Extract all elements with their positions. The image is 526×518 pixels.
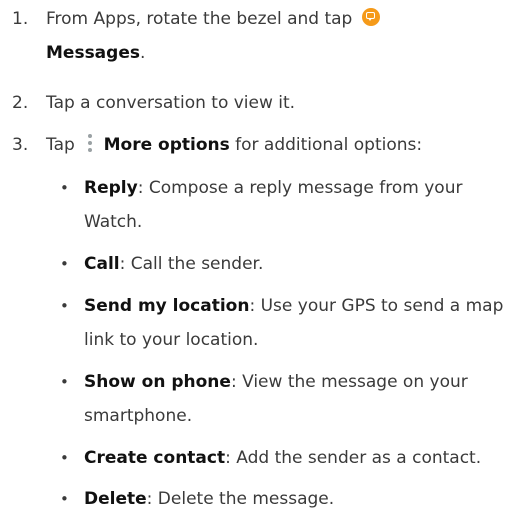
more-options-label: More options (103, 135, 230, 155)
option-show-on-phone: • Show on phone: View the message on you… (60, 365, 522, 433)
step-line: Tap More options for additional options: (46, 128, 521, 162)
option-call: • Call: Call the sender. (60, 247, 522, 281)
more-options-icon (86, 132, 94, 154)
bullet-dot: • (60, 297, 69, 315)
step-1-suffix: . (139, 43, 146, 63)
step-number: 2. (12, 93, 29, 113)
option-line: Send my location: Use your GPS to send a… (84, 289, 524, 323)
messages-icon (361, 8, 380, 26)
option-line: Call: Call the sender. (84, 247, 524, 281)
option-description: Delete the message. (152, 489, 335, 509)
step-number: 3. (12, 135, 29, 155)
bullet-dot: • (60, 373, 69, 391)
step-text: From Apps, rotate the bezel and tap Mess… (46, 2, 521, 70)
bullet-dot: • (60, 490, 69, 508)
option-description: Compose a reply message from your (143, 178, 463, 198)
option-line: link to your location. (84, 330, 259, 350)
option-label: Show on phone (84, 372, 231, 392)
option-line: Show on phone: View the message on your (84, 365, 524, 399)
step-1: 1. From Apps, rotate the bezel and tap M… (12, 2, 522, 70)
step-3-prefix: Tap (46, 135, 75, 155)
step-3: 3. Tap More options for additional optio… (12, 128, 522, 162)
bullet-dot: • (60, 255, 69, 273)
option-description: Add the sender as a contact. (230, 448, 482, 468)
option-description: Use your GPS to send a map (255, 296, 504, 316)
step-1-text: From Apps, rotate the bezel and tap (46, 9, 353, 29)
option-reply: • Reply: Compose a reply message from yo… (60, 171, 522, 239)
option-delete: • Delete: Delete the message. (60, 482, 522, 516)
option-label: Reply (84, 178, 138, 198)
option-line: Watch. (84, 212, 143, 232)
step-text: Tap More options for additional options: (46, 128, 521, 162)
step-text: Tap a conversation to view it. (46, 86, 521, 120)
option-text: Reply: Compose a reply message from your… (84, 171, 524, 239)
messages-label: Messages (46, 43, 140, 63)
option-text: Send my location: Use your GPS to send a… (84, 289, 524, 357)
option-label: Call (84, 254, 120, 274)
option-line: Reply: Compose a reply message from your (84, 171, 524, 205)
step-number: 1. (12, 9, 29, 29)
option-line: Delete: Delete the message. (84, 482, 524, 516)
step-3-suffix: for additional options: (229, 135, 423, 155)
option-text: Call: Call the sender. (84, 247, 524, 281)
option-text: Show on phone: View the message on your … (84, 365, 524, 433)
option-text: Delete: Delete the message. (84, 482, 524, 516)
step-2-text: Tap a conversation to view it. (46, 93, 296, 113)
option-label: Create contact (84, 448, 226, 468)
step-line: From Apps, rotate the bezel and tap (46, 2, 521, 36)
step-2: 2. Tap a conversation to view it. (12, 86, 522, 120)
bullet-dot: • (60, 179, 69, 197)
option-description: Call the sender. (125, 254, 264, 274)
option-text: Create contact: Add the sender as a cont… (84, 441, 524, 475)
option-create-contact: • Create contact: Add the sender as a co… (60, 441, 522, 475)
bullet-dot: • (60, 449, 69, 467)
option-description: View the message on your (236, 372, 468, 392)
option-line: Create contact: Add the sender as a cont… (84, 441, 524, 475)
instructions-document: 1. From Apps, rotate the bezel and tap M… (0, 0, 526, 518)
option-label: Send my location (84, 296, 250, 316)
step-line: Messages. (46, 36, 521, 70)
option-line: smartphone. (84, 406, 193, 426)
option-send-my-location: • Send my location: Use your GPS to send… (60, 289, 522, 357)
option-label: Delete (84, 489, 147, 509)
